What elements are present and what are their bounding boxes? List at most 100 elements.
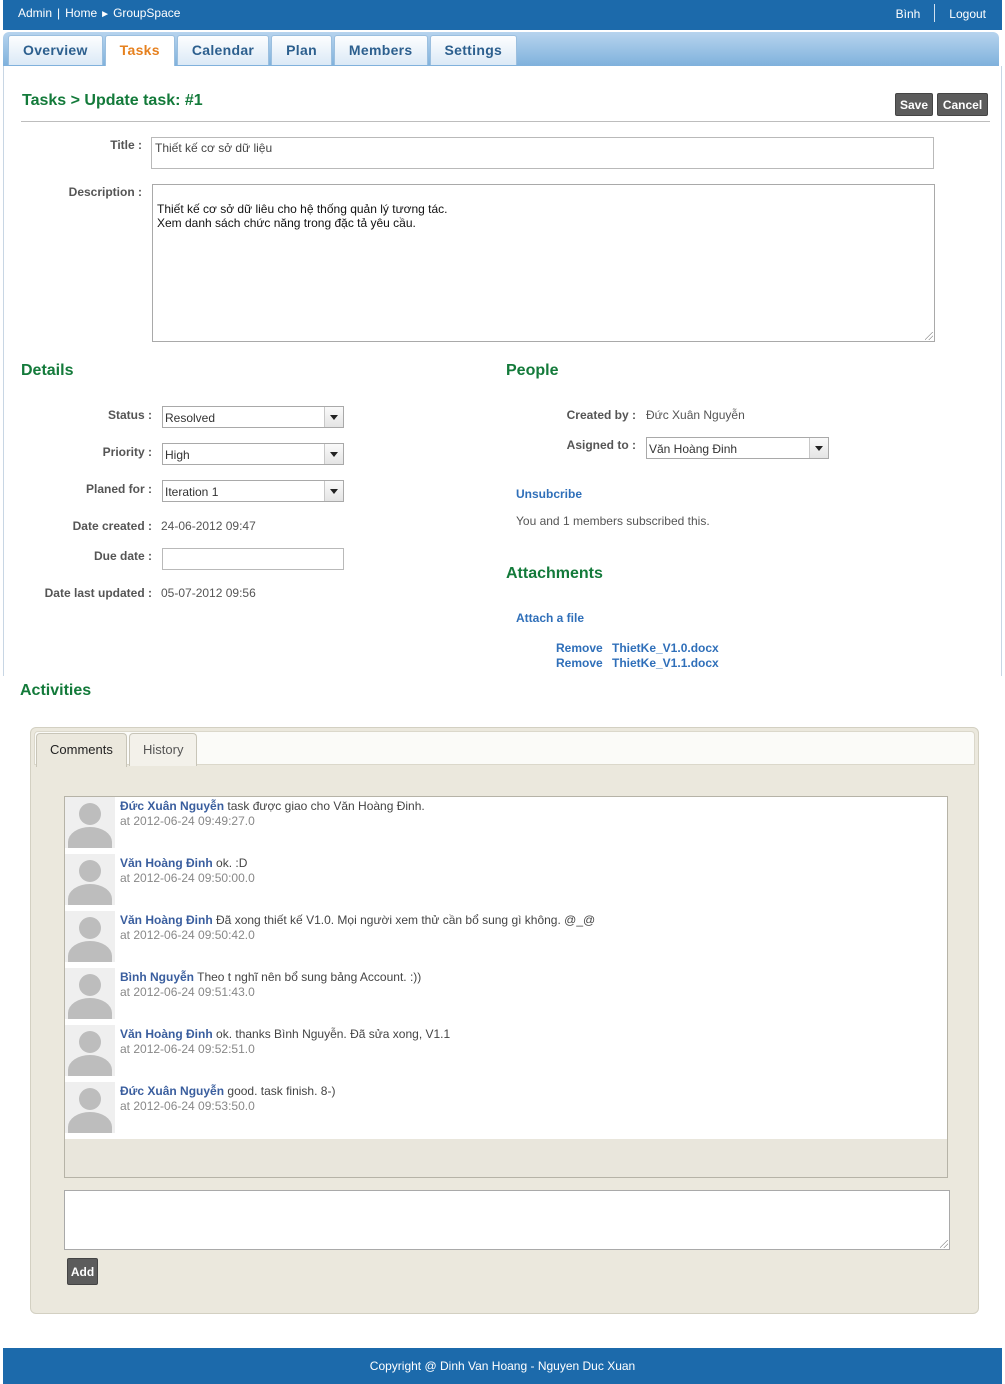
comment-time: at 2012-06-24 09:51:43.0 (120, 985, 255, 999)
list-item: Văn Hoàng Đinh Đã xong thiết kế V1.0. Mọ… (65, 911, 947, 968)
status-select[interactable]: Resolved (162, 406, 344, 428)
comment-text: Văn Hoàng Đinh ok. thanks Bình Nguyễn. Đ… (120, 1027, 450, 1041)
chevron-down-icon[interactable] (324, 481, 343, 501)
chevron-down-icon[interactable] (809, 438, 828, 458)
status-label: Status : (107, 408, 152, 422)
tab-comments[interactable]: Comments (36, 733, 127, 767)
created-by-label: Created by : (566, 408, 636, 422)
avatar (65, 797, 115, 848)
comment-author[interactable]: Đức Xuân Nguyễn (120, 799, 224, 813)
planed-for-value: Iteration 1 (165, 485, 219, 499)
avatar (65, 911, 115, 962)
tab-history[interactable]: History (129, 733, 198, 766)
attachment-file-link[interactable]: ThietKe_V1.0.docx (612, 641, 719, 655)
unsubscribe-link[interactable]: Unsubcribe (516, 487, 582, 501)
planed-for-select[interactable]: Iteration 1 (162, 480, 344, 502)
comment-author[interactable]: Văn Hoàng Đinh (120, 1027, 213, 1041)
date-created-label: Date created : (72, 519, 152, 533)
people-heading: People (506, 362, 559, 379)
avatar (65, 854, 115, 905)
footer: Copyright @ Dinh Van Hoang - Nguyen Duc … (3, 1348, 1002, 1384)
breadcrumb-groupspace[interactable]: GroupSpace (113, 6, 180, 20)
logout-link[interactable]: Logout (949, 7, 986, 21)
breadcrumb-separator: | (57, 6, 61, 20)
comment-author[interactable]: Văn Hoàng Đinh (120, 913, 213, 927)
description-textarea[interactable]: Thiết kế cơ sở dữ liêu cho hệ thống quản… (152, 184, 935, 342)
breadcrumb-admin[interactable]: Admin (18, 6, 52, 20)
comments-box: Đức Xuân Nguyễn task được giao cho Văn H… (64, 796, 948, 1178)
assigned-to-select[interactable]: Văn Hoàng Đinh (646, 437, 829, 459)
details-heading: Details (21, 362, 74, 379)
attachment-file-link[interactable]: ThietKe_V1.1.docx (612, 656, 719, 670)
comment-text: Văn Hoàng Đinh Đã xong thiết kế V1.0. Mọ… (120, 913, 595, 927)
comments-list: Đức Xuân Nguyễn task được giao cho Văn H… (65, 797, 947, 1139)
comment-text: Đức Xuân Nguyễn task được giao cho Văn H… (120, 799, 425, 813)
comment-body: good. task finish. 8-) (227, 1084, 336, 1098)
planed-for-label: Planed for : (85, 482, 152, 496)
description-label: Description : (68, 185, 142, 199)
attach-file-link[interactable]: Attach a file (516, 611, 584, 625)
status-value: Resolved (165, 411, 216, 425)
list-item: Đức Xuân Nguyễn good. task finish. 8-) a… (65, 1082, 947, 1139)
date-created-value: 24-06-2012 09:47 (161, 519, 256, 533)
breadcrumb: Admin | Home ► GroupSpace (18, 6, 180, 20)
cancel-button[interactable]: Cancel (937, 93, 988, 116)
comment-author[interactable]: Văn Hoàng Đinh (120, 856, 213, 870)
date-last-updated-value: 05-07-2012 09:56 (161, 586, 256, 600)
top-bar: Admin | Home ► GroupSpace Bình Logout (3, 0, 1002, 30)
priority-value: High (165, 448, 190, 462)
user-links: Bình Logout (896, 3, 986, 22)
due-date-input[interactable] (162, 548, 344, 570)
comment-time: at 2012-06-24 09:50:00.0 (120, 871, 255, 885)
priority-select[interactable]: High (162, 443, 344, 465)
chevron-down-icon[interactable] (324, 444, 343, 464)
comment-time: at 2012-06-24 09:53:50.0 (120, 1099, 255, 1113)
save-button[interactable]: Save (895, 93, 933, 116)
attachments-heading: Attachments (506, 565, 603, 582)
tab-plan[interactable]: Plan (271, 35, 332, 65)
avatar (65, 968, 115, 1019)
remove-attachment-link[interactable]: Remove (556, 656, 603, 670)
date-last-updated-label: Date last updated : (44, 586, 152, 600)
heading-divider (21, 121, 990, 122)
user-name-link[interactable]: Bình (896, 7, 921, 21)
title-input[interactable]: Thiết kế cơ sở dữ liệu (151, 137, 934, 169)
comment-text: Bình Nguyễn Theo t nghĩ nên bổ sung bảng… (120, 970, 421, 984)
comment-author[interactable]: Đức Xuân Nguyễn (120, 1084, 224, 1098)
remove-attachment-link[interactable]: Remove (556, 641, 603, 655)
comment-time: at 2012-06-24 09:49:27.0 (120, 814, 255, 828)
page-title: Tasks > Update task: #1 (22, 92, 203, 109)
divider (934, 3, 936, 22)
comment-body: ok. :D (216, 856, 248, 870)
tab-settings[interactable]: Settings (429, 35, 518, 65)
comment-text: Đức Xuân Nguyễn good. task finish. 8-) (120, 1084, 335, 1098)
comment-body: Theo t nghĩ nên bổ sung bảng Account. :)… (197, 970, 422, 984)
resize-grip-icon[interactable] (940, 1240, 948, 1248)
new-comment-textarea[interactable] (64, 1190, 950, 1250)
tab-members[interactable]: Members (333, 35, 428, 65)
list-item: Văn Hoàng Đinh ok. :D at 2012-06-24 09:5… (65, 854, 947, 911)
created-by-value: Đức Xuân Nguyễn (646, 408, 745, 422)
comment-author[interactable]: Bình Nguyễn (120, 970, 194, 984)
add-comment-button[interactable]: Add (67, 1258, 98, 1285)
tab-calendar[interactable]: Calendar (176, 35, 270, 65)
description-text: Thiết kế cơ sở dữ liêu cho hệ thống quản… (157, 202, 448, 230)
comment-body: ok. thanks Bình Nguyễn. Đã sửa xong, V1.… (216, 1027, 451, 1041)
subscribed-text: You and 1 members subscribed this. (516, 514, 710, 528)
resize-grip-icon[interactable] (925, 332, 933, 340)
assigned-to-label: Asigned to : (566, 438, 636, 452)
tab-overview[interactable]: Overview (8, 35, 103, 65)
comment-body: task được giao cho Văn Hoàng Đinh. (227, 799, 425, 813)
title-label: Title : (110, 138, 142, 152)
breadcrumb-arrow-icon: ► (100, 9, 111, 20)
comment-time: at 2012-06-24 09:50:42.0 (120, 928, 255, 942)
avatar (65, 1082, 115, 1133)
tab-tasks[interactable]: Tasks (104, 35, 175, 66)
chevron-down-icon[interactable] (324, 407, 343, 427)
page: Admin | Home ► GroupSpace Bình Logout Overvie… (0, 0, 1005, 1384)
list-item: Bình Nguyễn Theo t nghĩ nên bổ sung bảng… (65, 968, 947, 1025)
comment-time: at 2012-06-24 09:52:51.0 (120, 1042, 255, 1056)
main-tabs: Overview Tasks Calendar Plan Members Set… (8, 35, 519, 66)
priority-label: Priority : (102, 445, 152, 459)
breadcrumb-home[interactable]: Home (65, 6, 97, 20)
